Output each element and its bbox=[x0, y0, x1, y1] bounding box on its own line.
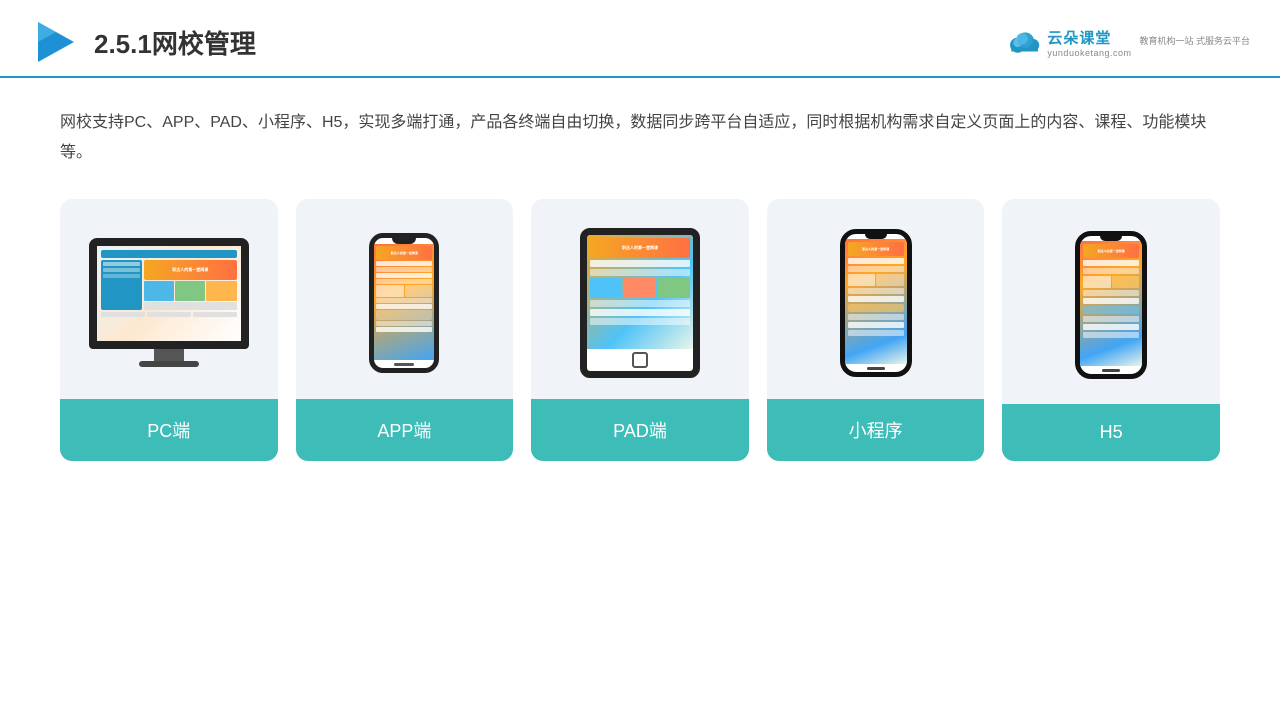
brand-text: 云朵课堂 yunduoketang.com bbox=[1047, 27, 1131, 58]
header-left: 2.5.1网校管理 bbox=[30, 18, 256, 66]
app-phone-mockup: 职达人的第一堂网课 bbox=[369, 233, 439, 373]
card-pad-image: 职达人的第一堂网课 bbox=[531, 199, 749, 399]
card-app-label: APP端 bbox=[296, 399, 514, 461]
h5-phone-mockup: 职达人的第一堂网课 bbox=[1075, 231, 1147, 379]
card-pc-label: PC端 bbox=[60, 399, 278, 461]
card-pad: 职达人的第一堂网课 bbox=[531, 199, 749, 461]
miniprogram-phone-body: 职达人的第一堂网课 bbox=[840, 229, 912, 377]
card-pc-image: 职达人的第一堂网课 bbox=[60, 199, 278, 399]
miniprogram-screen: 职达人的第一堂网课 bbox=[845, 239, 907, 364]
app-phone-body: 职达人的第一堂网课 bbox=[369, 233, 439, 373]
miniprogram-home bbox=[867, 367, 885, 370]
h5-phone-body: 职达人的第一堂网课 bbox=[1075, 231, 1147, 379]
card-h5: 职达人的第一堂网课 bbox=[1002, 199, 1220, 461]
tablet-home-button bbox=[632, 352, 648, 368]
brand-name-cn: 云朵课堂 bbox=[1047, 27, 1131, 48]
card-app-image: 职达人的第一堂网课 bbox=[296, 199, 514, 399]
app-phone-home bbox=[394, 363, 414, 366]
card-pc: 职达人的第一堂网课 bbox=[60, 199, 278, 461]
monitor-body: 职达人的第一堂网课 bbox=[89, 238, 249, 349]
description-text: 网校支持PC、APP、PAD、小程序、H5，实现多端打通，产品各终端自由切换，数… bbox=[60, 108, 1220, 169]
cards-container: 职达人的第一堂网课 bbox=[60, 199, 1220, 461]
tablet-screen: 职达人的第一堂网课 bbox=[587, 235, 693, 349]
brand-slogan: 教育机构一站 式服务云平台 bbox=[1139, 36, 1250, 48]
app-phone-screen: 职达人的第一堂网课 bbox=[374, 244, 434, 360]
card-miniprogram-image: 职达人的第一堂网课 bbox=[767, 199, 985, 399]
card-h5-label: H5 bbox=[1002, 404, 1220, 461]
card-pad-label: PAD端 bbox=[531, 399, 749, 461]
miniprogram-phone-mockup: 职达人的第一堂网课 bbox=[840, 229, 912, 377]
logo-play-icon bbox=[30, 18, 78, 66]
main-content: 网校支持PC、APP、PAD、小程序、H5，实现多端打通，产品各终端自由切换，数… bbox=[0, 78, 1280, 481]
tablet-mockup: 职达人的第一堂网课 bbox=[580, 228, 700, 378]
page-title: 2.5.1网校管理 bbox=[94, 24, 256, 61]
h5-screen: 职达人的第一堂网课 bbox=[1080, 241, 1142, 366]
card-app: 职达人的第一堂网课 bbox=[296, 199, 514, 461]
brand-name-en: yunduoketang.com bbox=[1047, 48, 1131, 58]
brand-logo-wrap: 云朵课堂 yunduoketang.com 教育机构一站 式服务云平台 bbox=[1005, 27, 1250, 58]
header-right: 云朵课堂 yunduoketang.com 教育机构一站 式服务云平台 bbox=[1005, 27, 1250, 58]
card-h5-image: 职达人的第一堂网课 bbox=[1002, 199, 1220, 404]
card-miniprogram: 职达人的第一堂网课 bbox=[767, 199, 985, 461]
monitor-mockup: 职达人的第一堂网课 bbox=[89, 238, 249, 367]
card-miniprogram-label: 小程序 bbox=[767, 399, 985, 461]
monitor-screen: 职达人的第一堂网课 bbox=[97, 246, 241, 341]
cloud-icon bbox=[1005, 28, 1043, 56]
h5-home bbox=[1102, 369, 1120, 372]
header: 2.5.1网校管理 云朵课堂 yunduoketang.com 教育机构一站 式… bbox=[0, 0, 1280, 78]
tablet-body: 职达人的第一堂网课 bbox=[580, 228, 700, 378]
